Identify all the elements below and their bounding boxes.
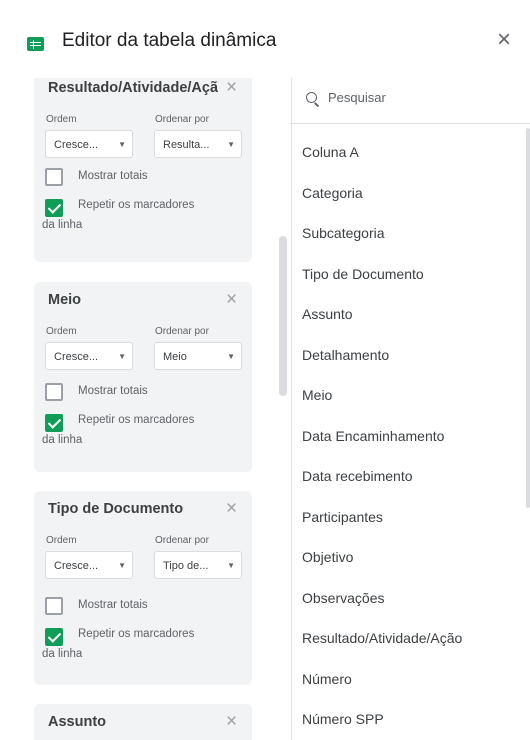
repeat-labels-checkbox[interactable] <box>45 199 63 217</box>
field-item[interactable]: Tipo de Documento <box>302 266 424 282</box>
show-totals-checkbox[interactable] <box>45 383 63 401</box>
row-card-title: Meio <box>48 292 82 308</box>
remove-row-icon[interactable]: × <box>226 289 237 311</box>
dropdown-arrow-icon: ▼ <box>227 561 235 570</box>
row-card-meio: Meio × Ordem Ordenar por Cresce... ▼ Meio… <box>34 282 252 472</box>
rows-panel: Resultado/Atividade/Ação × Ordem Ordenar… <box>0 78 290 740</box>
field-item[interactable]: Assunto <box>302 306 353 322</box>
show-totals-label: Mostrar totais <box>78 599 148 611</box>
field-item[interactable]: Meio <box>302 387 332 403</box>
right-scrollbar[interactable] <box>526 128 530 508</box>
sort-by-label: Ordenar por <box>155 535 209 546</box>
field-search[interactable]: Pesquisar <box>306 90 530 112</box>
close-icon[interactable]: × <box>497 28 511 52</box>
editor-title: Editor da tabela dinâmica <box>62 30 277 51</box>
search-input[interactable]: Pesquisar <box>328 90 386 105</box>
editor-header: Editor da tabela dinâmica × <box>0 0 530 78</box>
remove-row-icon[interactable]: × <box>226 711 237 733</box>
dropdown-arrow-icon: ▼ <box>227 352 235 361</box>
sort-by-select[interactable]: Tipo de... ▼ <box>154 551 242 579</box>
show-totals-label: Mostrar totais <box>78 385 148 397</box>
dropdown-arrow-icon: ▼ <box>118 352 126 361</box>
panel-divider <box>291 78 292 740</box>
sort-by-label: Ordenar por <box>155 326 209 337</box>
field-item[interactable]: Objetivo <box>302 549 353 565</box>
field-item[interactable]: Número <box>302 671 352 687</box>
repeat-labels-label: Repetir os marcadores <box>78 414 195 426</box>
left-scrollbar[interactable] <box>279 236 287 396</box>
row-card-resultado: Resultado/Atividade/Ação × Ordem Ordenar… <box>34 78 252 262</box>
show-totals-label: Mostrar totais <box>78 170 148 182</box>
row-card-title: Assunto <box>48 714 106 730</box>
sort-by-select[interactable]: Meio ▼ <box>154 342 242 370</box>
field-item[interactable]: Observações <box>302 590 384 606</box>
repeat-labels-checkbox[interactable] <box>45 628 63 646</box>
field-item[interactable]: Detalhamento <box>302 347 389 363</box>
repeat-labels-checkbox[interactable] <box>45 414 63 432</box>
dropdown-arrow-icon: ▼ <box>118 140 126 149</box>
field-item[interactable]: Data recebimento <box>302 468 413 484</box>
row-card-title: Tipo de Documento <box>48 501 184 517</box>
field-item[interactable]: Resultado/Atividade/Ação <box>302 630 462 646</box>
field-item[interactable]: Coluna A <box>302 144 359 160</box>
sort-by-select[interactable]: Resulta... ▼ <box>154 130 242 158</box>
repeat-labels-label: Repetir os marcadores <box>78 199 195 211</box>
order-label: Ordem <box>46 326 77 337</box>
repeat-labels-label-cont: da linha <box>42 648 83 660</box>
repeat-labels-label-cont: da linha <box>42 219 83 231</box>
repeat-labels-label: Repetir os marcadores <box>78 628 195 640</box>
show-totals-checkbox[interactable] <box>45 168 63 186</box>
dropdown-arrow-icon: ▼ <box>227 140 235 149</box>
field-item[interactable]: Participantes <box>302 509 383 525</box>
field-item[interactable]: Subcategoria <box>302 225 385 241</box>
pivot-table-icon <box>27 37 44 51</box>
repeat-labels-label-cont: da linha <box>42 434 83 446</box>
row-card-tipo-documento: Tipo de Documento × Ordem Ordenar por Cr… <box>34 491 252 685</box>
show-totals-checkbox[interactable] <box>45 597 63 615</box>
search-icon <box>306 92 317 103</box>
order-label: Ordem <box>46 114 77 125</box>
field-item[interactable]: Data Encaminhamento <box>302 428 444 444</box>
order-label: Ordem <box>46 535 77 546</box>
field-item[interactable]: Número SPP <box>302 711 384 727</box>
row-card-title: Resultado/Atividade/Ação <box>48 80 218 96</box>
field-item[interactable]: Categoria <box>302 185 363 201</box>
remove-row-icon[interactable]: × <box>226 498 237 520</box>
order-select[interactable]: Cresce... ▼ <box>45 342 133 370</box>
dropdown-arrow-icon: ▼ <box>118 561 126 570</box>
order-select[interactable]: Cresce... ▼ <box>45 130 133 158</box>
remove-row-icon[interactable]: × <box>226 78 237 99</box>
order-select[interactable]: Cresce... ▼ <box>45 551 133 579</box>
row-card-assunto: Assunto × <box>34 704 252 740</box>
sort-by-label: Ordenar por <box>155 114 209 125</box>
search-underline <box>292 123 530 124</box>
